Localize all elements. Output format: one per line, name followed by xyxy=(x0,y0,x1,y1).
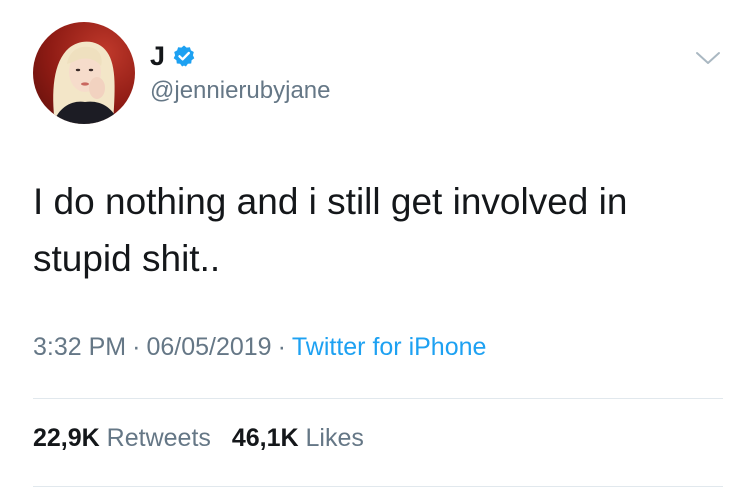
profile-photo-icon xyxy=(53,41,119,124)
retweets-count: 22,9K xyxy=(33,424,100,452)
divider xyxy=(33,398,723,399)
verified-badge-icon xyxy=(172,44,196,68)
author-name-row[interactable]: J xyxy=(150,40,196,72)
chevron-down-icon[interactable] xyxy=(693,48,723,68)
tweet-text: I do nothing and i still get involved in… xyxy=(33,173,723,287)
tweet-date[interactable]: 06/05/2019 xyxy=(146,333,271,361)
likes-count: 46,1K xyxy=(231,424,299,452)
tweet-time[interactable]: 3:32 PM xyxy=(33,333,126,361)
display-name[interactable]: J xyxy=(150,41,166,72)
meta-separator: · xyxy=(277,333,286,361)
tweet-text-line: stupid shit.. xyxy=(33,238,221,279)
tweet-stats: 22,9K Retweets 46,1K Likes xyxy=(33,424,378,453)
meta-separator: · xyxy=(132,333,141,361)
tweet-card: J @jennierubyjane I do nothing and i sti… xyxy=(0,0,750,487)
retweets-stat[interactable]: 22,9K Retweets xyxy=(33,424,211,452)
author-handle[interactable]: @jennierubyjane xyxy=(150,77,330,105)
retweets-label: Retweets xyxy=(106,424,211,452)
likes-label: Likes xyxy=(305,424,364,452)
likes-stat[interactable]: 46,1K Likes xyxy=(232,424,364,452)
avatar[interactable] xyxy=(33,22,135,124)
tweet-text-line: I do nothing and i still get involved in xyxy=(33,181,628,222)
tweet-source-link[interactable]: Twitter for iPhone xyxy=(292,333,487,361)
tweet-meta: 3:32 PM · 06/05/2019 · Twitter for iPhone xyxy=(33,333,486,362)
